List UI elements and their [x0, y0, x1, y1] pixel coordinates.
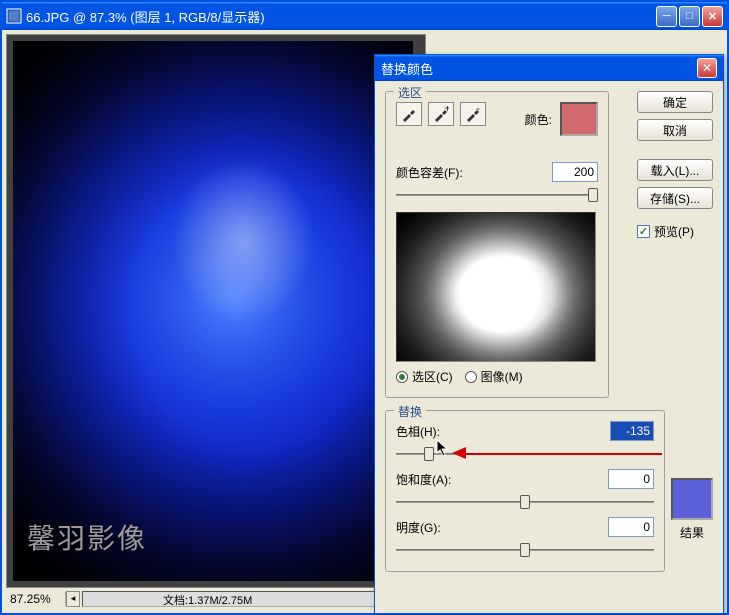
rose-image: 馨羽影像 — [13, 41, 413, 581]
svg-text:-: - — [476, 106, 480, 115]
replace-fieldset: 替换 色相(H): 饱和度(A): — [385, 410, 665, 572]
dialog-title: 替换颜色 — [381, 59, 697, 78]
hue-thumb[interactable] — [424, 447, 434, 461]
cursor-icon — [436, 439, 450, 459]
saturation-label: 饱和度(A): — [396, 471, 468, 488]
maximize-button[interactable]: □ — [679, 6, 700, 27]
lightness-label: 明度(G): — [396, 519, 468, 536]
hue-slider[interactable] — [396, 445, 654, 463]
radio-icon — [396, 371, 408, 383]
eyedropper-plus-icon[interactable]: + — [428, 102, 454, 126]
main-titlebar[interactable]: 66.JPG @ 87.3% (图层 1, RGB/8/显示器) ─ □ ✕ — [2, 2, 727, 30]
selection-preview[interactable] — [396, 212, 596, 362]
fuzziness-thumb[interactable] — [588, 188, 598, 202]
close-button[interactable]: ✕ — [702, 6, 723, 27]
selection-legend: 选区 — [394, 84, 426, 101]
result-block: 结果 — [671, 478, 713, 541]
dialog-close-button[interactable]: ✕ — [697, 58, 717, 78]
lightness-input[interactable] — [608, 517, 654, 537]
main-window-title: 66.JPG @ 87.3% (图层 1, RGB/8/显示器) — [26, 7, 656, 26]
svg-text:+: + — [444, 106, 449, 115]
lightness-thumb[interactable] — [520, 543, 530, 557]
ok-button[interactable]: 确定 — [637, 91, 713, 113]
watermark-text: 馨羽影像 — [27, 517, 147, 557]
fuzziness-slider[interactable] — [396, 186, 598, 204]
scroll-left-icon[interactable]: ◂ — [66, 591, 80, 607]
replace-color-dialog: 替换颜色 ✕ 确定 取消 载入(L)... 存储(S)... ✓ 预览(P) 选… — [374, 54, 724, 614]
document-canvas[interactable]: 馨羽影像 — [13, 41, 413, 581]
saturation-slider[interactable] — [396, 493, 654, 511]
dialog-titlebar[interactable]: 替换颜色 ✕ — [375, 55, 723, 81]
fuzziness-label: 颜色容差(F): — [396, 164, 546, 181]
hue-input[interactable] — [610, 421, 654, 441]
status-bar: 87.25% ◂ 文档:1.37M/2.75M ▸ — [6, 587, 426, 609]
dialog-button-column: 确定 取消 载入(L)... 存储(S)... ✓ 预览(P) — [637, 91, 713, 240]
radio-selection[interactable]: 选区(C) — [396, 368, 453, 385]
result-color-swatch[interactable] — [671, 478, 713, 520]
checkbox-icon: ✓ — [637, 225, 650, 238]
hue-label: 色相(H): — [396, 423, 468, 440]
selection-fieldset: 选区 + - 颜色: 颜色容差(F): — [385, 91, 609, 398]
app-icon — [6, 8, 22, 24]
selection-color-swatch[interactable] — [560, 102, 598, 136]
radio-image-label: 图像(M) — [481, 368, 523, 385]
eyedropper-icon[interactable] — [396, 102, 422, 126]
preview-checkbox[interactable]: ✓ 预览(P) — [637, 223, 713, 240]
document-size: 文档:1.37M/2.75M — [163, 592, 252, 608]
radio-icon — [465, 371, 477, 383]
fuzziness-input[interactable] — [552, 162, 598, 182]
load-button[interactable]: 载入(L)... — [637, 159, 713, 181]
radio-selection-label: 选区(C) — [412, 368, 453, 385]
color-label: 颜色: — [525, 111, 552, 128]
save-button[interactable]: 存储(S)... — [637, 187, 713, 209]
minimize-button[interactable]: ─ — [656, 6, 677, 27]
preview-label: 预览(P) — [654, 223, 694, 240]
lightness-slider[interactable] — [396, 541, 654, 559]
replace-legend: 替换 — [394, 403, 426, 420]
saturation-thumb[interactable] — [520, 495, 530, 509]
result-label: 结果 — [671, 524, 713, 541]
eyedropper-minus-icon[interactable]: - — [460, 102, 486, 126]
zoom-level[interactable]: 87.25% — [6, 592, 66, 606]
radio-image[interactable]: 图像(M) — [465, 368, 523, 385]
cancel-button[interactable]: 取消 — [637, 119, 713, 141]
horizontal-scrollbar[interactable]: 文档:1.37M/2.75M — [82, 591, 410, 607]
canvas-area[interactable]: 馨羽影像 — [6, 34, 426, 592]
saturation-input[interactable] — [608, 469, 654, 489]
